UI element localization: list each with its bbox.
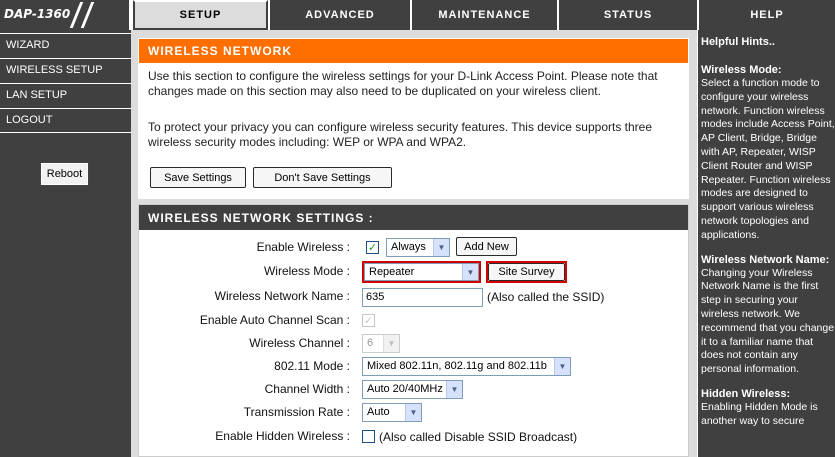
- channel-width-value: Auto 20/40MHz: [367, 383, 443, 395]
- sidebar-item-label: LOGOUT: [6, 114, 53, 126]
- tab-label: ADVANCED: [305, 9, 375, 21]
- tab-label: STATUS: [603, 9, 653, 21]
- help-text: Enabling Hidden Mode is another way to s…: [701, 400, 818, 427]
- wireless-mode-value: Repeater: [369, 266, 415, 278]
- help-title: Helpful Hints..: [701, 36, 775, 48]
- chevron-down-icon: ▼: [383, 335, 399, 352]
- tab-label: MAINTENANCE: [438, 9, 531, 21]
- help-heading: Wireless Network Name:: [701, 253, 830, 266]
- checkmark-icon: ✓: [363, 314, 374, 327]
- top-nav-bar: DAP-1360 SETUP ADVANCED MAINTENANCE STAT…: [0, 0, 835, 30]
- tab-advanced[interactable]: ADVANCED: [270, 0, 410, 30]
- intro-paragraph: To protect your privacy you can configur…: [148, 120, 653, 149]
- checkmark-icon: ✓: [367, 241, 378, 254]
- chevron-down-icon: ▼: [554, 358, 570, 375]
- sidebar-item-label: WIRELESS SETUP: [6, 64, 103, 76]
- auto-channel-label: Enable Auto Channel Scan :: [199, 313, 350, 327]
- ssid-note: (Also called the SSID): [487, 290, 605, 304]
- schedule-select[interactable]: Always ▼: [386, 238, 450, 257]
- dot11-mode-value: Mixed 802.11n, 802.11g and 802.11b: [367, 360, 547, 372]
- sidebar-item-lan-setup[interactable]: LAN SETUP: [0, 83, 131, 108]
- enable-wireless-label: Enable Wireless :: [256, 240, 350, 254]
- auto-channel-checkbox[interactable]: ✓: [362, 314, 375, 327]
- tx-rate-select[interactable]: Auto ▼: [362, 403, 422, 422]
- add-new-button[interactable]: Add New: [456, 237, 517, 256]
- channel-width-label: Channel Width :: [264, 382, 350, 396]
- logo-slash-decoration: [80, 2, 95, 28]
- help-text: Changing your Wireless Network Name is t…: [701, 266, 835, 376]
- tab-label: SETUP: [179, 9, 222, 21]
- channel-width-select[interactable]: Auto 20/40MHz ▼: [362, 380, 463, 399]
- sidebar-item-wizard[interactable]: WIZARD: [0, 33, 131, 58]
- tab-maintenance[interactable]: MAINTENANCE: [412, 0, 557, 30]
- tab-label: HELP: [750, 9, 784, 21]
- site-survey-button[interactable]: Site Survey: [488, 263, 565, 281]
- sidebar-item-wireless-setup[interactable]: WIRELESS SETUP: [0, 58, 131, 83]
- wireless-mode-label: Wireless Mode :: [263, 264, 350, 278]
- ssid-label: Wireless Network Name :: [214, 289, 350, 303]
- hidden-wireless-checkbox[interactable]: [362, 430, 375, 443]
- ssid-input[interactable]: 635: [362, 288, 483, 307]
- hidden-wireless-label: Enable Hidden Wireless :: [215, 429, 350, 443]
- channel-label: Wireless Channel :: [249, 336, 350, 350]
- hidden-wireless-note: (Also called Disable SSID Broadcast): [379, 430, 578, 444]
- intro-paragraph: Use this section to configure the wirele…: [148, 69, 658, 98]
- schedule-value: Always: [391, 241, 426, 253]
- channel-select[interactable]: 6 ▼: [362, 334, 400, 353]
- settings-title: WIRELESS NETWORK SETTINGS :: [139, 205, 688, 230]
- wireless-mode-select[interactable]: Repeater ▼: [364, 263, 479, 281]
- tab-status[interactable]: STATUS: [559, 0, 697, 30]
- tx-rate-value: Auto: [367, 406, 390, 418]
- dot11-mode-select[interactable]: Mixed 802.11n, 802.11g and 802.11b ▼: [362, 357, 571, 376]
- sidebar-item-label: WIZARD: [6, 39, 50, 51]
- reboot-button[interactable]: Reboot: [40, 162, 89, 186]
- chevron-down-icon: ▼: [446, 381, 462, 398]
- sidebar-item-label: LAN SETUP: [6, 89, 68, 101]
- channel-value: 6: [367, 337, 374, 349]
- logo-model: DAP-1360: [4, 7, 71, 21]
- intro-title: WIRELESS NETWORK: [139, 39, 688, 63]
- dont-save-settings-button[interactable]: Don't Save Settings: [253, 167, 392, 188]
- chevron-down-icon: ▼: [462, 264, 478, 280]
- help-panel: Helpful Hints.. Wireless Mode: Select a …: [697, 30, 835, 457]
- enable-wireless-checkbox[interactable]: ✓: [366, 241, 379, 254]
- tab-setup[interactable]: SETUP: [133, 0, 268, 30]
- sidebar-item-logout[interactable]: LOGOUT: [0, 108, 131, 133]
- tx-rate-label: Transmission Rate :: [243, 405, 350, 419]
- logo: DAP-1360: [0, 0, 131, 30]
- save-settings-button[interactable]: Save Settings: [150, 167, 246, 188]
- help-heading: Wireless Mode:: [701, 64, 782, 76]
- tab-help[interactable]: HELP: [699, 0, 835, 30]
- help-text: Select a function mode to configure your…: [701, 77, 835, 241]
- sidebar: WIZARD WIRELESS SETUP LAN SETUP LOGOUT R…: [0, 30, 131, 457]
- chevron-down-icon: ▼: [433, 239, 449, 256]
- dot11-mode-label: 802.11 Mode :: [274, 359, 350, 373]
- help-heading: Hidden Wireless:: [701, 387, 791, 400]
- chevron-down-icon: ▼: [405, 404, 421, 421]
